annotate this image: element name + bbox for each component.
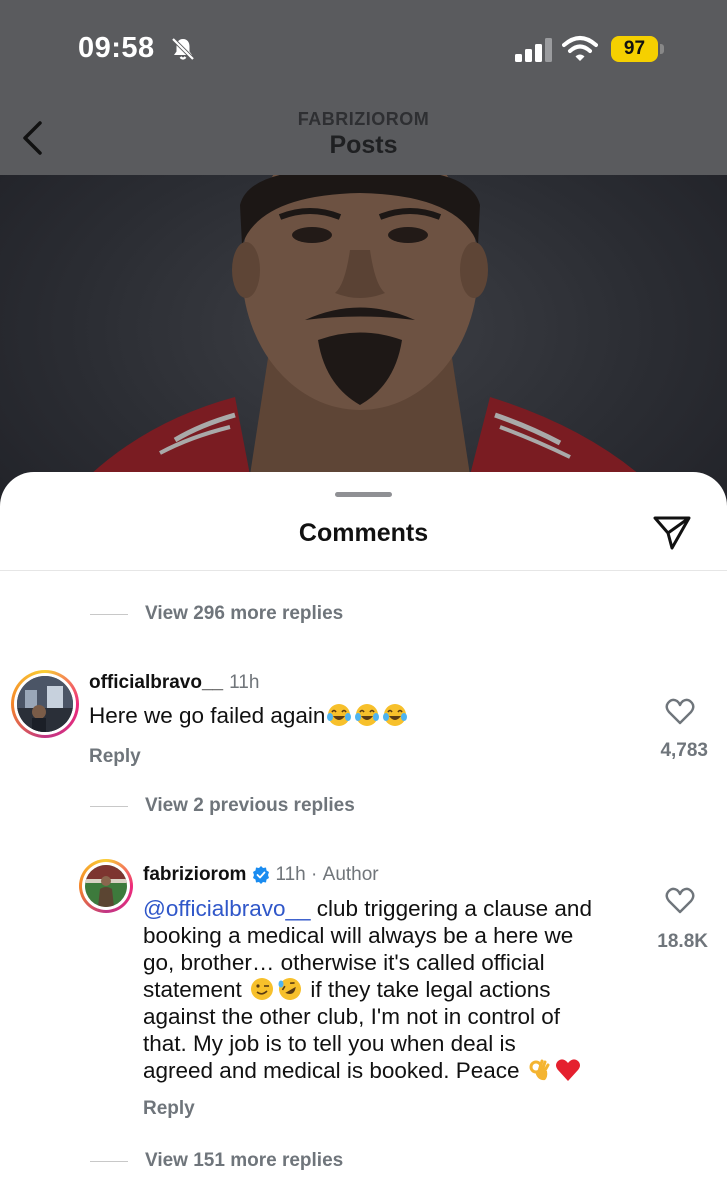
comment-header: officialbravo__ 11h [89, 672, 259, 694]
thread-line [90, 613, 128, 615]
tears-of-joy-emoji [327, 704, 352, 726]
comment-time: 11h [275, 864, 306, 885]
comment-text: Here we go failed again [89, 702, 409, 729]
wifi-icon [562, 36, 598, 61]
header-username: FABRIZIOROM [297, 109, 430, 129]
signal-icon [515, 38, 552, 62]
ok-hand-emoji [529, 1059, 550, 1081]
author-tag: Author [322, 864, 379, 885]
winking-face-emoji [251, 978, 274, 1000]
view-more-label: View 151 more replies [145, 1150, 344, 1171]
heart-icon[interactable] [665, 697, 695, 725]
comment-line: go, brother… otherwise it's called offic… [143, 950, 545, 975]
comment-line: agreed and medical is booked. Peace [143, 1058, 520, 1083]
comment-text: @officialbravo__ club triggering a claus… [143, 895, 643, 1084]
sheet-title: Comments [298, 519, 429, 547]
rolling-laughing-emoji [278, 978, 302, 1000]
view-previous-label: View 2 previous replies [145, 795, 355, 816]
page-title: Posts [329, 131, 398, 159]
view-more-label: View 296 more replies [145, 603, 344, 624]
comment-line: that. My job is to tell you when deal is [143, 1031, 516, 1056]
comment-line: if they take legal actions [304, 977, 551, 1002]
view-more-replies-top[interactable]: View 296 more replies [90, 603, 343, 625]
paper-plane-icon[interactable] [652, 514, 692, 552]
comment-line: statement [143, 977, 242, 1002]
thread-line [90, 805, 128, 807]
tears-of-joy-emoji-row [325, 703, 409, 728]
verified-badge-icon [253, 866, 270, 884]
comment-username[interactable]: fabriziorom [143, 864, 246, 886]
tears-of-joy-emoji [355, 704, 380, 726]
meta-separator: · [305, 864, 323, 885]
battery-icon: 97 [611, 36, 664, 62]
comment-username[interactable]: officialbravo__ [89, 672, 223, 694]
divider [0, 570, 727, 571]
heart-icon[interactable] [665, 886, 695, 914]
comment-time: 11h [229, 672, 260, 693]
comment-line: booking a medical will always be a here … [143, 923, 574, 948]
red-heart-emoji [555, 1059, 580, 1081]
sheet-drag-handle[interactable] [335, 492, 392, 497]
tears-of-joy-emoji [383, 704, 408, 726]
view-previous-replies[interactable]: View 2 previous replies [90, 795, 355, 817]
bell-off-icon [171, 37, 195, 61]
like-count: 4,783 [660, 740, 708, 761]
comment-line: against the other club, I'm not in contr… [143, 1004, 561, 1029]
avatar-officialbravo[interactable] [11, 670, 79, 738]
battery-tip [660, 44, 664, 54]
mention-link[interactable]: @officialbravo__ [143, 896, 311, 921]
comment-header: fabriziorom 11h · Author [143, 864, 379, 886]
battery-level: 97 [611, 36, 658, 62]
reply-button[interactable]: Reply [143, 1098, 195, 1120]
thread-line [90, 1160, 128, 1162]
comment-line: club triggering a clause and [310, 896, 592, 921]
reply-button[interactable]: Reply [89, 746, 141, 768]
comments-sheet: Comments [0, 472, 727, 1200]
view-more-replies-bottom[interactable]: View 151 more replies [90, 1150, 343, 1172]
status-bar: 09:58 97 [0, 0, 727, 100]
comment-body: Here we go failed again [89, 703, 326, 728]
avatar-fabriziorom[interactable] [79, 859, 133, 913]
status-time: 09:58 [78, 32, 155, 64]
like-count: 18.8K [657, 931, 708, 952]
